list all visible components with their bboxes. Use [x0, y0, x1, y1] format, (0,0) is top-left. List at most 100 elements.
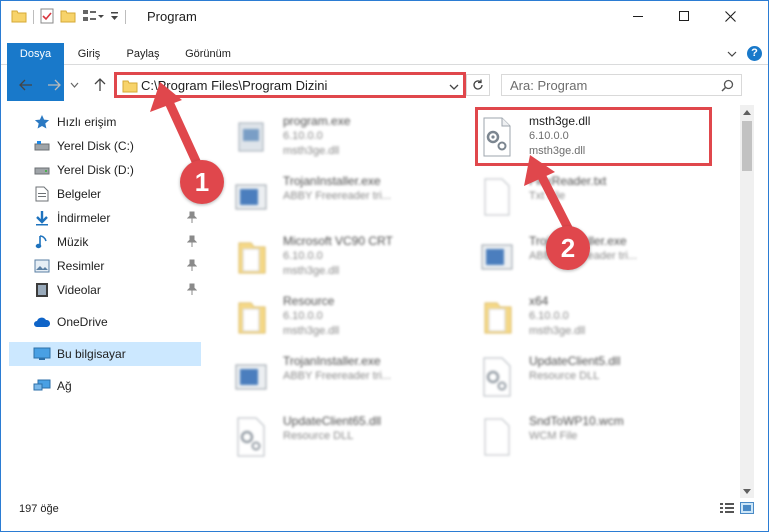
address-bar[interactable]: C:\Program Files\Program Dizini — [114, 72, 466, 98]
maximize-button[interactable] — [661, 1, 707, 32]
dll-gear-icon — [479, 357, 515, 397]
large-icons-view-icon[interactable] — [740, 502, 754, 517]
file-item[interactable]: x64 6.10.0.0 msth3ge.dll — [467, 287, 707, 345]
minimize-button[interactable] — [615, 1, 661, 32]
sidebar-item-documents[interactable]: Belgeler — [9, 182, 201, 206]
file-version: 6.10.0.0 — [283, 310, 323, 322]
sidebar-item-pictures[interactable]: Resimler — [9, 254, 201, 278]
forward-button[interactable] — [43, 75, 65, 95]
ribbon-tabs: Dosya Giriş Paylaş Görünüm ? — [1, 43, 768, 101]
exe-icon — [233, 117, 269, 157]
sidebar-item-music[interactable]: Müzik — [9, 230, 201, 254]
folder-icon[interactable] — [11, 9, 27, 26]
close-button[interactable] — [707, 1, 753, 32]
file-type: WCM File — [529, 430, 578, 442]
expand-ribbon-icon[interactable] — [727, 47, 737, 61]
customize-toolbar-icon[interactable] — [110, 10, 119, 24]
file-description: msth3ge.dll — [283, 265, 340, 277]
address-path[interactable]: C:\Program Files\Program Dizini — [141, 78, 327, 93]
file-name: TrojanInstaller.exe — [283, 174, 381, 188]
file-name: Microsoft VC90 CRT — [283, 234, 393, 248]
video-icon — [33, 282, 51, 298]
file-item[interactable]: Microsoft VC90 CRT 6.10.0.0 msth3ge.dll — [221, 227, 461, 285]
sidebar-item-label: Yerel Disk (C:) — [57, 139, 134, 153]
file-name: x64 — [529, 294, 549, 308]
quick-access-toolbar — [11, 8, 126, 26]
file-description: msth3ge.dll — [283, 325, 340, 337]
file-name: program.exe — [283, 114, 351, 128]
sidebar-item-label: Ağ — [57, 379, 72, 393]
scroll-up-icon[interactable] — [740, 105, 754, 119]
file-description: ABBY Freereader tri... — [283, 190, 392, 202]
view-options-icon[interactable] — [82, 9, 104, 26]
text-file-icon — [479, 177, 515, 217]
status-bar: 197 öğe — [1, 499, 768, 521]
title-bar: Program — [1, 1, 768, 32]
window-title: Program — [147, 9, 197, 24]
help-icon[interactable]: ? — [747, 46, 762, 61]
documents-icon — [33, 186, 51, 202]
file-item[interactable]: SndToWP10.wcm WCM File — [467, 407, 707, 465]
file-item[interactable]: program.exe 6.10.0.0 msth3ge.dll — [221, 107, 461, 165]
sidebar-item-videos[interactable]: Videolar — [9, 278, 201, 302]
recent-locations-button[interactable] — [67, 75, 81, 95]
file-version: 6.10.0.0 — [529, 310, 569, 322]
navigation-pane: Hızlı erişim Yerel Disk (C:) Yerel Disk … — [1, 105, 207, 495]
folder-icon — [479, 297, 515, 337]
file-item[interactable]: FlexReader.txt Txt File — [467, 167, 707, 225]
step-2-callout: 2 — [546, 226, 590, 270]
pin-icon[interactable] — [186, 235, 198, 250]
file-item[interactable]: TrojanInstaller.exe ABBY Freereader tri.… — [221, 347, 461, 405]
drive-icon — [33, 138, 51, 154]
music-icon — [33, 234, 51, 250]
highlight-box — [475, 107, 712, 166]
file-version: 6.10.0.0 — [283, 250, 323, 262]
sidebar-item-quick-access[interactable]: Hızlı erişim — [9, 110, 201, 134]
sidebar-item-label: Yerel Disk (D:) — [57, 163, 134, 177]
file-item[interactable]: UpdateClient65.dll Resource DLL — [221, 407, 461, 465]
file-description: ABBY Freereader tri... — [283, 370, 392, 382]
file-item[interactable]: TrojanInstaller.exe ABBY Freereader tri.… — [221, 167, 461, 225]
pin-icon[interactable] — [186, 259, 198, 274]
file-item[interactable]: Resource 6.10.0.0 msth3ge.dll — [221, 287, 461, 345]
back-button[interactable] — [15, 75, 37, 95]
pin-icon[interactable] — [186, 211, 198, 226]
item-count: 197 öğe — [19, 503, 59, 515]
search-box[interactable]: Ara: Program — [501, 74, 742, 96]
refresh-button[interactable] — [466, 74, 490, 96]
sidebar-item-downloads[interactable]: İndirmeler — [9, 206, 201, 230]
file-explorer-window: Program Dosya Giriş Paylaş Görünüm ? C:\… — [0, 0, 769, 532]
chevron-down-icon[interactable] — [449, 80, 459, 94]
tab-view[interactable]: Görünüm — [176, 43, 240, 65]
scroll-down-icon[interactable] — [740, 484, 754, 498]
scrollbar-thumb[interactable] — [742, 121, 752, 171]
up-button[interactable] — [89, 75, 111, 95]
file-item[interactable]: UpdateClient5.dll Resource DLL — [467, 347, 707, 405]
new-folder-icon[interactable] — [60, 9, 76, 26]
sidebar-item-this-pc[interactable]: Bu bilgisayar — [9, 342, 201, 366]
file-name: UpdateClient65.dll — [283, 414, 382, 428]
computer-icon — [33, 346, 51, 362]
installer-icon — [233, 177, 269, 217]
sidebar-item-local-disk-c[interactable]: Yerel Disk (C:) — [9, 134, 201, 158]
file-description: msth3ge.dll — [283, 145, 340, 157]
view-switcher — [720, 502, 754, 517]
tab-share[interactable]: Paylaş — [119, 43, 167, 65]
vertical-scrollbar[interactable] — [740, 105, 754, 498]
sidebar-item-onedrive[interactable]: OneDrive — [9, 310, 201, 334]
blank-file-icon — [479, 417, 515, 457]
sidebar-item-local-disk-d[interactable]: Yerel Disk (D:) — [9, 158, 201, 182]
toolbar-divider — [125, 10, 126, 24]
sidebar-item-label: Resimler — [57, 259, 105, 273]
pin-icon[interactable] — [186, 283, 198, 298]
folder-icon — [122, 79, 138, 96]
details-view-icon[interactable] — [720, 502, 734, 517]
installer-icon — [233, 357, 269, 397]
star-icon — [33, 114, 51, 130]
properties-icon[interactable] — [40, 8, 54, 27]
sidebar-item-network[interactable]: Ağ — [9, 374, 201, 398]
file-name: Resource — [283, 294, 335, 308]
search-icon[interactable] — [721, 79, 734, 95]
tab-home[interactable]: Giriş — [69, 43, 109, 65]
file-name: FlexReader.txt — [529, 174, 607, 188]
